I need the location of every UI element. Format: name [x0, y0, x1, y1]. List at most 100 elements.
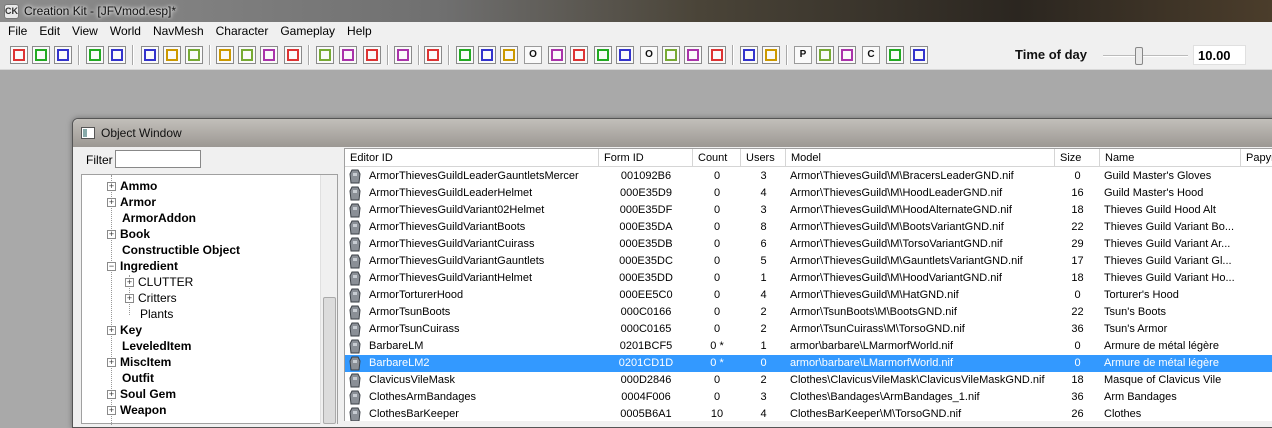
slider-thumb[interactable]	[1135, 47, 1143, 65]
column-header[interactable]: Size	[1055, 149, 1100, 167]
menu-view[interactable]: View	[66, 24, 104, 38]
tree-item[interactable]: LeveledItem	[107, 338, 191, 354]
table-row[interactable]: ArmorTsunBoots 000C0166 0 2 Armor\TsunBoots\…	[345, 304, 1272, 321]
table-row[interactable]: ClavicusVileMask 000D2846 0 2 Clothes\Clavic…	[345, 372, 1272, 389]
toolbar-tool-icon[interactable]	[500, 46, 518, 64]
table-row[interactable]: ArmorThievesGuildVariantGauntlets 000E35D…	[345, 253, 1272, 270]
toolbar-tool-icon[interactable]	[141, 46, 159, 64]
toolbar-tool-icon[interactable]	[684, 46, 702, 64]
toolbar-tool-icon[interactable]	[238, 46, 256, 64]
tree-item[interactable]: ArmorAddon	[107, 210, 196, 226]
object-list[interactable]: Editor ID Form ID Count Users Model Size Name P…	[344, 148, 1272, 421]
tree-expander-icon[interactable]: +	[125, 294, 134, 303]
tree-expander-icon[interactable]: +	[107, 358, 116, 367]
menu-character[interactable]: Character	[210, 24, 275, 38]
tree-item[interactable]: + MiscItem	[107, 354, 171, 370]
toolbar-tool-icon[interactable]	[339, 46, 357, 64]
tree-item[interactable]: + Book	[107, 226, 150, 242]
tree-item[interactable]: − Ingredient	[107, 258, 178, 274]
toolbar-tool-icon[interactable]	[54, 46, 72, 64]
toolbar-tool-icon[interactable]	[284, 46, 302, 64]
toolbar-tool-icon[interactable]	[762, 46, 780, 64]
menu-edit[interactable]: Edit	[33, 24, 66, 38]
toolbar-tool-icon[interactable]	[456, 46, 474, 64]
tree-expander-icon[interactable]: +	[125, 278, 134, 287]
toolbar-tool-icon[interactable]	[363, 46, 381, 64]
tree-scroll-thumb[interactable]	[323, 297, 336, 424]
table-row[interactable]: BarbareLM 0201BCF5 0 * 1 armor\barbare\LMarm…	[345, 338, 1272, 355]
toolbar-tool-icon[interactable]	[10, 46, 28, 64]
column-header[interactable]: Editor ID	[345, 149, 599, 167]
table-row[interactable]: BarbareLM2 0201CD1D 0 * 0 armor\barbare\LMar…	[345, 355, 1272, 372]
toolbar-tool-icon[interactable]	[424, 46, 442, 64]
table-row[interactable]: ClothesArmBandages 0004F006 0 3 Clothes\Band…	[345, 389, 1272, 406]
time-of-day-value[interactable]: 10.00	[1193, 45, 1246, 65]
menu-world[interactable]: World	[104, 24, 147, 38]
tree-expander-icon[interactable]: +	[107, 198, 116, 207]
toolbar-letter-button[interactable]: C	[862, 46, 880, 64]
toolbar-tool-icon[interactable]	[86, 46, 104, 64]
toolbar-tool-icon[interactable]	[570, 46, 588, 64]
filter-input[interactable]	[115, 150, 201, 168]
toolbar-tool-icon[interactable]	[708, 46, 726, 64]
toolbar-tool-icon[interactable]	[548, 46, 566, 64]
tree-scrollbar[interactable]	[320, 175, 337, 424]
tree-item[interactable]: Outfit	[107, 370, 154, 386]
tree-expander-icon[interactable]: −	[107, 262, 116, 271]
menu-file[interactable]: File	[2, 24, 33, 38]
column-header[interactable]: Users	[741, 149, 786, 167]
toolbar-tool-icon[interactable]	[886, 46, 904, 64]
toolbar-tool-icon[interactable]	[260, 46, 278, 64]
toolbar-tool-icon[interactable]	[316, 46, 334, 64]
tree-item[interactable]: Plants	[125, 306, 173, 322]
tree-item[interactable]: + Armor	[107, 194, 156, 210]
tree-expander-icon[interactable]: +	[107, 390, 116, 399]
table-row[interactable]: ArmorTorturerHood 000EE5C0 0 4 Armor\Thieves…	[345, 287, 1272, 304]
toolbar-tool-icon[interactable]	[910, 46, 928, 64]
toolbar-letter-button[interactable]: O	[640, 46, 658, 64]
menu-navmesh[interactable]: NavMesh	[147, 24, 210, 38]
menu-help[interactable]: Help	[341, 24, 378, 38]
tree-item[interactable]: Constructible Object	[107, 242, 240, 258]
toolbar-tool-icon[interactable]	[616, 46, 634, 64]
column-header[interactable]: Model	[786, 149, 1055, 167]
object-window-titlebar[interactable]: Object Window	[73, 119, 1272, 147]
toolbar-tool-icon[interactable]	[838, 46, 856, 64]
toolbar-tool-icon[interactable]	[594, 46, 612, 64]
column-header[interactable]: Name	[1100, 149, 1241, 167]
tree-item[interactable]: + Key	[107, 322, 142, 338]
tree-item[interactable]: + Ammo	[107, 178, 157, 194]
time-of-day-slider[interactable]	[1103, 47, 1188, 65]
table-row[interactable]: ArmorThievesGuildLeaderGauntletsMercer 00…	[345, 168, 1272, 185]
tree-item[interactable]: + Soul Gem	[107, 386, 176, 402]
column-header[interactable]: Form ID	[599, 149, 693, 167]
toolbar-tool-icon[interactable]	[163, 46, 181, 64]
table-row[interactable]: ArmorThievesGuildVariantCuirass 000E35DB 0…	[345, 236, 1272, 253]
toolbar-tool-icon[interactable]	[478, 46, 496, 64]
table-row[interactable]: ClothesBarKeeper 0005B6A1 10 4 ClothesBarKee…	[345, 406, 1272, 421]
toolbar-tool-icon[interactable]	[740, 46, 758, 64]
tree-item[interactable]: + Critters	[125, 290, 177, 306]
toolbar-letter-button[interactable]: P	[794, 46, 812, 64]
table-row[interactable]: ArmorTsunCuirass 000C0165 0 2 Armor\TsunCuir…	[345, 321, 1272, 338]
toolbar-tool-icon[interactable]	[662, 46, 680, 64]
tree-expander-icon[interactable]: +	[107, 406, 116, 415]
category-tree[interactable]: + Ammo + Armor ArmorAddon + Book Constructible …	[81, 174, 338, 425]
tree-item[interactable]: + Weapon	[107, 402, 166, 418]
toolbar-tool-icon[interactable]	[185, 46, 203, 64]
toolbar-tool-icon[interactable]	[32, 46, 50, 64]
toolbar-letter-button[interactable]: O	[524, 46, 542, 64]
column-header[interactable]: Papyr	[1241, 149, 1272, 167]
toolbar-tool-icon[interactable]	[816, 46, 834, 64]
table-row[interactable]: ArmorThievesGuildVariantHelmet 000E35DD 0 1…	[345, 270, 1272, 287]
menu-gameplay[interactable]: Gameplay	[274, 24, 341, 38]
table-row[interactable]: ArmorThievesGuildVariantBoots 000E35DA 0 8 A…	[345, 219, 1272, 236]
toolbar-tool-icon[interactable]	[394, 46, 412, 64]
tree-expander-icon[interactable]: +	[107, 230, 116, 239]
table-row[interactable]: ArmorThievesGuildLeaderHelmet 000E35D9 0 4 A…	[345, 185, 1272, 202]
tree-expander-icon[interactable]: +	[107, 326, 116, 335]
tree-expander-icon[interactable]: +	[107, 182, 116, 191]
tree-item[interactable]: + CLUTTER	[125, 274, 193, 290]
toolbar-tool-icon[interactable]	[216, 46, 234, 64]
toolbar-tool-icon[interactable]	[108, 46, 126, 64]
